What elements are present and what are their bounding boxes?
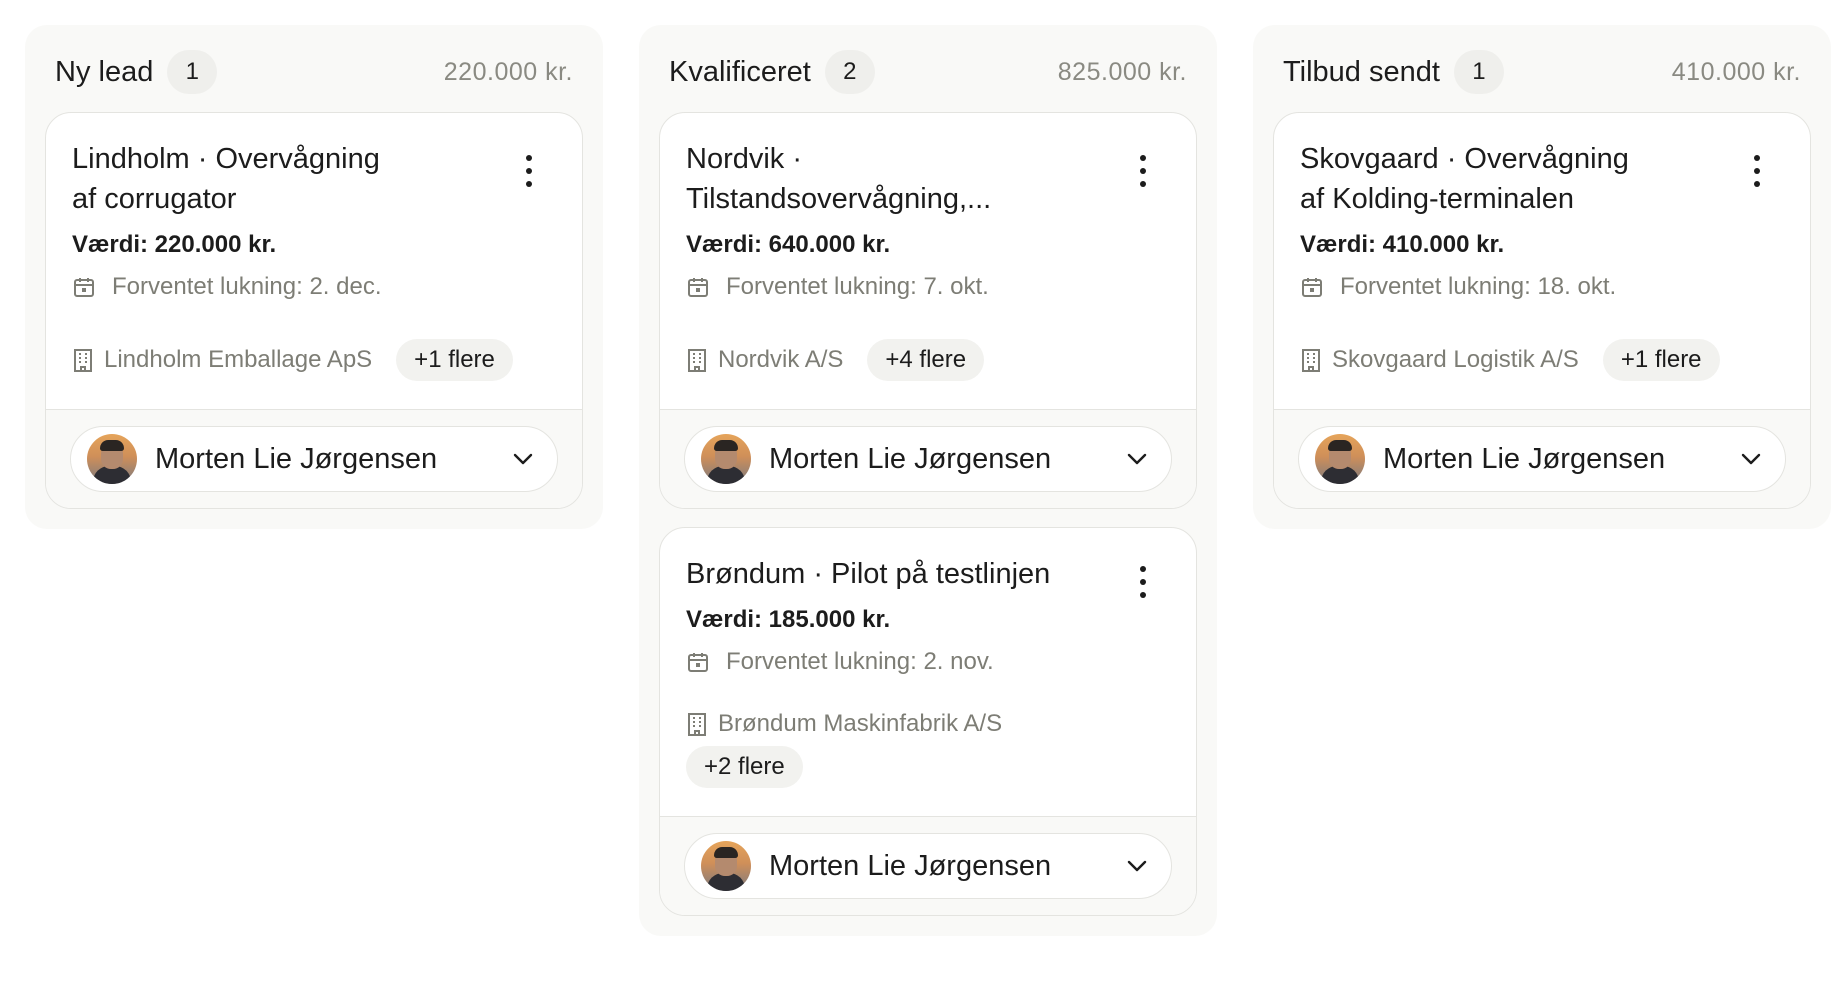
company-row: Skovgaard Logistik A/S +1 flere [1300,339,1784,381]
expected-close-label: Forventet lukning: 2. nov. [726,648,994,675]
expected-close: Forventet lukning: 18. okt. [1300,273,1784,301]
column-header: Ny lead 1 220.000 kr. [45,50,583,94]
company-row: Lindholm Emballage ApS +1 flere [72,339,556,381]
assignee-select[interactable]: Morten Lie Jørgensen [70,426,558,492]
more-companies-chip[interactable]: +1 flere [396,339,513,381]
company-name[interactable]: Nordvik A/S [718,346,843,374]
assignee-select[interactable]: Morten Lie Jørgensen [684,833,1172,899]
chevron-down-icon [1127,860,1147,872]
avatar [701,841,751,891]
more-companies-chip[interactable]: +4 flere [867,339,985,381]
expected-close-label: Forventet lukning: 7. okt. [726,273,989,300]
column-ny-lead: Ny lead 1 220.000 kr. Lindholm · Overvåg… [25,25,603,529]
column-count-badge: 2 [824,50,875,94]
expected-close-label: Forventet lukning: 18. okt. [1340,273,1617,300]
company-row: Nordvik A/S +4 flere [686,339,1170,381]
expected-close: Forventet lukning: 7. okt. [686,273,1170,301]
column-header: Tilbud sendt 1 410.000 kr. [1273,50,1811,94]
column-kvalificeret: Kvalificeret 2 825.000 kr. Nordvik · Til… [639,25,1217,936]
expected-close: Forventet lukning: 2. dec. [72,273,556,301]
column-title: Kvalificeret [669,55,811,88]
company-name[interactable]: Brøndum Maskinfabrik A/S [718,710,1002,738]
assignee-select[interactable]: Morten Lie Jørgensen [684,426,1172,492]
chevron-down-icon [1741,453,1761,465]
calendar-icon [1302,278,1322,297]
avatar [701,434,751,484]
calendar-icon [688,278,708,297]
expected-close: Forventet lukning: 2. nov. [686,648,1170,676]
avatar [87,434,137,484]
column-total: 825.000 kr. [1057,57,1187,86]
pipeline-board: Ny lead 1 220.000 kr. Lindholm · Overvåg… [25,25,1831,936]
calendar-icon [688,653,708,672]
card-footer: Morten Lie Jørgensen [660,816,1196,915]
deal-value: Værdi: 185.000 kr. [686,606,891,633]
assignee-name: Morten Lie Jørgensen [155,442,438,475]
company-row: Brøndum Maskinfabrik A/S +2 flere [686,710,1170,788]
card-footer: Morten Lie Jørgensen [46,409,582,508]
deal-value: Værdi: 410.000 kr. [1300,231,1505,258]
company-name[interactable]: Lindholm Emballage ApS [104,346,372,374]
column-count-badge: 1 [167,50,218,94]
card-body: Nordvik · Tilstandsovervågning,... Værdi… [660,113,1196,409]
assignee-name: Morten Lie Jørgensen [1383,442,1666,475]
building-icon [74,349,92,372]
building-icon [688,349,706,372]
company-line: Brøndum Maskinfabrik A/S [686,710,1170,738]
deal-card[interactable]: Lindholm · Overvågning af corrugator Vær… [45,112,583,509]
chevron-down-icon [1127,453,1147,465]
column-header: Kvalificeret 2 825.000 kr. [659,50,1197,94]
calendar-icon [74,278,94,297]
more-companies-chip[interactable]: +1 flere [1602,339,1720,381]
column-title: Ny lead [55,55,154,88]
deal-card[interactable]: Skovgaard · Overvågning af Kolding-termi… [1273,112,1811,509]
kebab-menu-icon[interactable] [1750,155,1764,187]
card-footer: Morten Lie Jørgensen [660,409,1196,508]
deal-card[interactable]: Brøndum · Pilot på testlinjen Værdi: 185… [659,527,1197,916]
building-icon [688,713,706,736]
kebab-menu-icon[interactable] [1136,566,1150,598]
card-body: Brøndum · Pilot på testlinjen Værdi: 185… [660,528,1196,816]
company-name[interactable]: Skovgaard Logistik A/S [1332,346,1579,374]
avatar [1315,434,1365,484]
column-title: Tilbud sendt [1283,55,1440,88]
deal-title[interactable]: Skovgaard · Overvågning af Kolding-termi… [1300,139,1650,219]
card-body: Skovgaard · Overvågning af Kolding-termi… [1274,113,1810,409]
assignee-select[interactable]: Morten Lie Jørgensen [1298,426,1786,492]
chevron-down-icon [513,453,533,465]
assignee-name: Morten Lie Jørgensen [769,442,1052,475]
deal-title[interactable]: Nordvik · Tilstandsovervågning,... [686,139,1026,219]
building-icon [1302,349,1320,372]
deal-title[interactable]: Lindholm · Overvågning af corrugator [72,139,402,219]
column-tilbud-sendt: Tilbud sendt 1 410.000 kr. Skovgaard · O… [1253,25,1831,529]
expected-close-label: Forventet lukning: 2. dec. [112,273,382,300]
column-total: 220.000 kr. [443,57,573,86]
assignee-name: Morten Lie Jørgensen [769,849,1052,882]
kebab-menu-icon[interactable] [1136,155,1150,187]
kebab-menu-icon[interactable] [522,155,536,187]
card-footer: Morten Lie Jørgensen [1274,409,1810,508]
column-count-badge: 1 [1453,50,1504,94]
deal-value: Værdi: 640.000 kr. [686,231,891,258]
deal-card[interactable]: Nordvik · Tilstandsovervågning,... Værdi… [659,112,1197,509]
deal-title[interactable]: Brøndum · Pilot på testlinjen [686,554,1170,594]
more-companies-chip[interactable]: +2 flere [686,746,803,788]
column-total: 410.000 kr. [1671,57,1801,86]
deal-value: Værdi: 220.000 kr. [72,231,277,258]
card-body: Lindholm · Overvågning af corrugator Vær… [46,113,582,409]
